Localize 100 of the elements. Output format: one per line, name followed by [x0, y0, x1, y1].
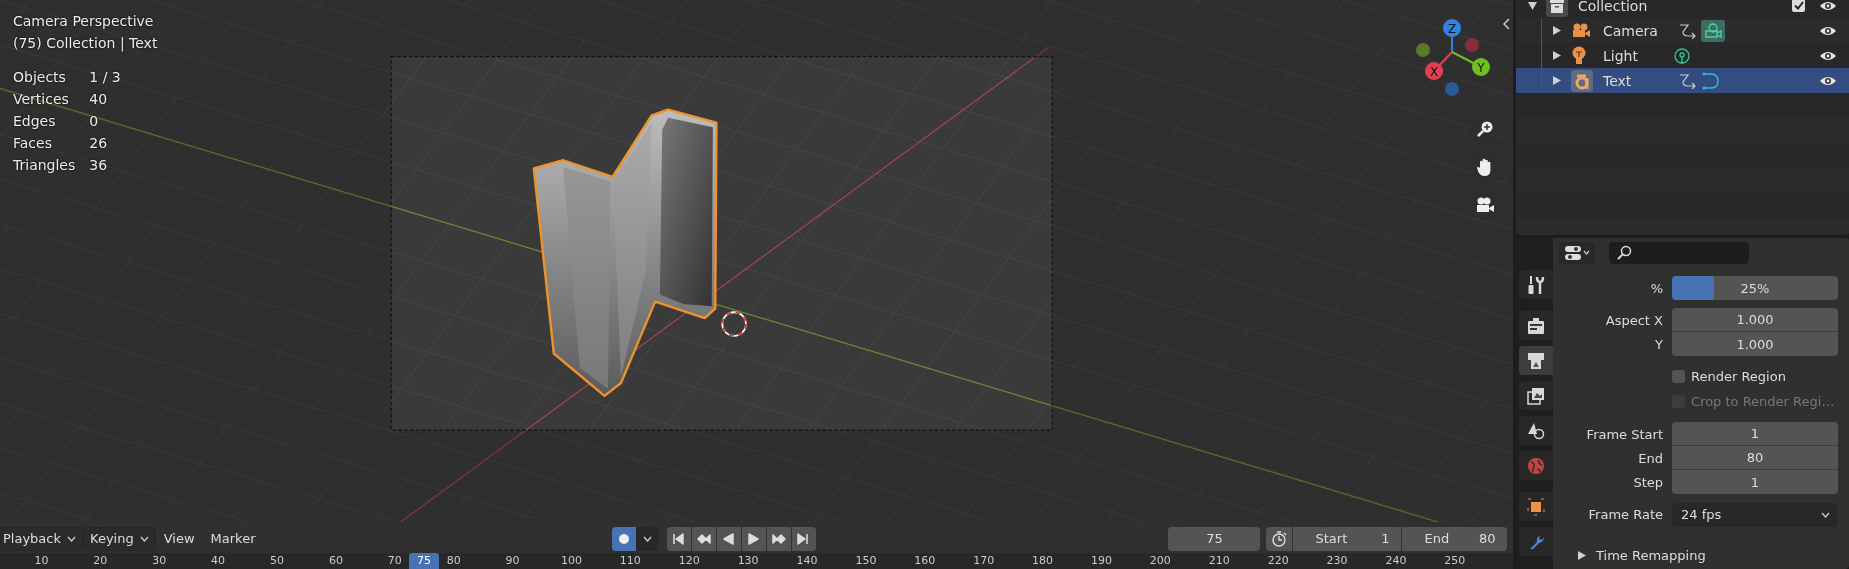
image-stack-icon: [1527, 386, 1545, 405]
frame-number: 140: [796, 554, 818, 567]
eye-icon[interactable]: [1819, 24, 1837, 37]
axis-handle[interactable]: X: [1425, 51, 1453, 80]
properties-tab[interactable]: [1519, 527, 1553, 556]
box-icon: [1546, 0, 1568, 17]
next-keyframe-icon: [772, 532, 787, 545]
view-name: Camera Perspective: [13, 12, 155, 31]
play-reverse-icon: [722, 532, 737, 545]
editor-type-button[interactable]: [1559, 241, 1595, 264]
dropdown-field[interactable]: 24 fps: [1672, 502, 1838, 527]
previous-keyframe-icon: [697, 532, 712, 545]
stat-label: Edges: [13, 112, 57, 131]
playback-button[interactable]: [692, 526, 717, 551]
slider-field[interactable]: 25%: [1672, 276, 1838, 300]
eye-icon[interactable]: [1819, 0, 1837, 12]
stat-label: Faces: [13, 134, 53, 153]
constraint-arrow-icon: [1679, 72, 1697, 89]
current-frame-field[interactable]: 75: [1168, 526, 1261, 551]
properties-tab[interactable]: [1519, 381, 1553, 410]
stat-label: Vertices: [13, 90, 70, 109]
constraint-arrow-icon: [1679, 22, 1697, 39]
frame-number: 200: [1149, 554, 1171, 567]
start-frame-field[interactable]: Start 1: [1293, 526, 1402, 551]
outliner-row[interactable]: Collection: [1516, 0, 1849, 18]
axis-label: Z: [1447, 21, 1457, 36]
field-label: Frame Rate: [1587, 507, 1663, 522]
auto-keying-button[interactable]: [612, 526, 637, 551]
preview-range-button[interactable]: [1266, 526, 1293, 551]
curve-icon[interactable]: [1701, 71, 1721, 90]
chevron-down-icon: [67, 535, 76, 542]
stat-value: 36: [89, 156, 109, 175]
playback-button[interactable]: [767, 526, 792, 551]
eye-icon[interactable]: [1819, 74, 1837, 87]
number-field[interactable]: 1.000: [1672, 332, 1838, 356]
frame-number: 110: [619, 554, 641, 567]
disclosure-triangle-icon[interactable]: [1578, 550, 1586, 560]
stat-label: Triangles: [13, 156, 76, 175]
field-label: End: [1637, 450, 1663, 466]
frame-number: 40: [211, 554, 226, 567]
menu-button[interactable]: Marker: [202, 526, 264, 551]
properties-tab[interactable]: [1519, 311, 1553, 340]
number-field[interactable]: 1: [1672, 422, 1838, 446]
playback-button[interactable]: [667, 526, 692, 551]
number-field[interactable]: 1.000: [1672, 308, 1838, 332]
stat-value: 0: [89, 112, 100, 131]
checkbox-label: Crop to Render Regi…: [1691, 394, 1835, 409]
checkbox-label: Render Region: [1691, 369, 1786, 384]
current-frame-marker[interactable]: 75: [409, 553, 439, 569]
keying-options-button[interactable]: [636, 526, 659, 551]
properties-tab[interactable]: [1519, 416, 1553, 445]
globe-icon: [1527, 456, 1545, 475]
number-field[interactable]: 80: [1672, 446, 1838, 470]
field-label: Frame Start: [1585, 426, 1663, 442]
axis-handle[interactable]: Y: [1451, 51, 1490, 76]
disclosure-triangle-icon[interactable]: [1553, 76, 1561, 85]
playback-button[interactable]: [742, 526, 767, 551]
disclosure-triangle-icon[interactable]: [1553, 51, 1561, 60]
checkbox[interactable]: [1792, 0, 1805, 12]
jump-start-icon: [672, 532, 687, 545]
negative-axis-dot[interactable]: [1465, 38, 1479, 52]
frame-number: 90: [505, 554, 520, 567]
movie-camera-icon: [1475, 196, 1495, 214]
properties-tab[interactable]: [1519, 270, 1553, 299]
field-label: Aspect X: [1604, 312, 1663, 328]
axis-label: Y: [1477, 60, 1485, 75]
outliner-row[interactable]: Light: [1516, 43, 1849, 68]
frame-number: 130: [737, 554, 759, 567]
movie-camera-icon[interactable]: [1701, 19, 1725, 42]
frame-number: 80: [446, 554, 461, 567]
outliner-row[interactable]: Text: [1516, 68, 1849, 93]
disclosure-triangle-icon[interactable]: [1553, 26, 1561, 35]
search-field[interactable]: [1609, 241, 1749, 264]
screwdriver-wrench-icon: [1527, 274, 1545, 295]
negative-axis-dot[interactable]: [1416, 43, 1430, 57]
printer-icon: [1527, 351, 1545, 370]
eye-icon[interactable]: [1819, 49, 1837, 62]
field-label: %: [1649, 280, 1663, 296]
frame-number: 10: [34, 554, 49, 567]
panel-header[interactable]: Time Remapping: [1553, 547, 1706, 563]
menu-button[interactable]: Keying: [83, 526, 156, 551]
menu-button[interactable]: View: [155, 526, 203, 551]
checkbox[interactable]: [1672, 370, 1685, 383]
chevron-down-icon: [1582, 250, 1590, 255]
light-data-icon[interactable]: [1673, 46, 1691, 65]
end-frame-field[interactable]: End 80: [1402, 526, 1508, 551]
frame-number: 50: [270, 554, 284, 567]
menu-button[interactable]: Playback: [0, 526, 83, 551]
axis-label: X: [1429, 64, 1439, 79]
properties-tab[interactable]: [1519, 492, 1553, 521]
frame-number: 120: [678, 554, 700, 567]
negative-axis-dot[interactable]: [1445, 82, 1459, 96]
properties-tab[interactable]: [1519, 346, 1553, 375]
light-bulb-icon: [1571, 45, 1587, 66]
playback-button[interactable]: [792, 526, 817, 551]
outliner-item-name: Light: [1603, 47, 1639, 64]
frame-number: 100: [560, 554, 582, 567]
number-field[interactable]: 1: [1672, 470, 1838, 494]
playback-button[interactable]: [717, 526, 742, 551]
disclosure-triangle-icon[interactable]: [1528, 1, 1537, 10]
